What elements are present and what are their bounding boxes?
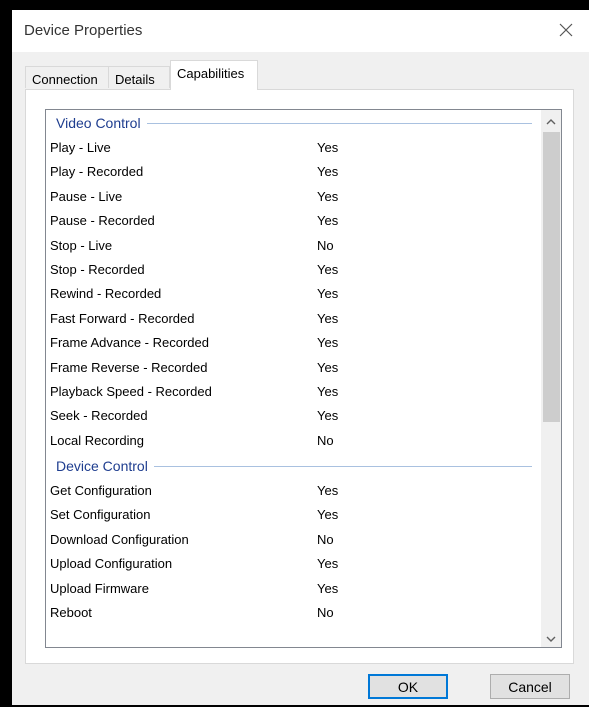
capabilities-list[interactable]: Video Control Play - Live Yes Play - Record…	[45, 109, 562, 648]
capability-row[interactable]: Play - Live Yes	[46, 136, 542, 160]
capability-name: Playback Speed - Recorded	[50, 383, 212, 399]
capability-value: Yes	[317, 286, 339, 302]
capabilities-panel: Video Control Play - Live Yes Play - Record…	[25, 89, 574, 664]
capabilities-list-content: Video Control Play - Live Yes Play - Record…	[46, 110, 542, 625]
tab-details[interactable]: Details	[108, 66, 170, 88]
capability-row[interactable]: Frame Advance - Recorded Yes	[46, 331, 542, 355]
capability-name: Stop - Live	[50, 237, 113, 253]
ok-button[interactable]: OK	[368, 674, 448, 699]
cancel-button[interactable]: Cancel	[490, 674, 570, 699]
capability-name: Local Recording	[50, 432, 144, 448]
capability-name: Rewind - Recorded	[50, 286, 162, 302]
group-header-label: Video Control	[56, 115, 141, 131]
tab-capabilities[interactable]: Capabilities	[170, 60, 258, 90]
group-header: Video Control	[46, 110, 542, 136]
capability-name: Seek - Recorded	[50, 408, 148, 424]
capability-name: Upload Configuration	[50, 556, 173, 572]
capability-value: Yes	[317, 408, 339, 424]
vertical-scrollbar[interactable]	[541, 110, 561, 647]
capability-name: Play - Live	[50, 140, 111, 155]
capability-value: No	[317, 432, 334, 448]
scroll-down-button[interactable]	[541, 627, 561, 647]
scroll-thumb[interactable]	[543, 132, 560, 422]
capability-value: Yes	[317, 188, 339, 204]
capability-name: Play - Recorded	[50, 164, 144, 180]
capability-name: Set Configuration	[50, 507, 151, 523]
capability-row[interactable]: Get Configuration Yes	[46, 479, 542, 503]
capability-row[interactable]: Fast Forward - Recorded Yes	[46, 307, 542, 331]
scroll-up-button[interactable]	[541, 110, 561, 130]
capability-name: Pause - Recorded	[50, 213, 155, 229]
title-bar: Device Properties	[12, 10, 589, 52]
device-properties-dialog: Device Properties Connection Details Cap…	[12, 10, 589, 705]
capability-row[interactable]: Rewind - Recorded Yes	[46, 282, 542, 306]
chevron-down-icon	[546, 630, 556, 645]
capability-row[interactable]: Upload Firmware Yes	[46, 577, 542, 601]
capability-value: No	[317, 605, 334, 621]
capability-value: Yes	[317, 261, 339, 277]
capability-name: Reboot	[50, 605, 92, 621]
capability-name: Get Configuration	[50, 483, 152, 499]
capability-row[interactable]: Reboot No	[46, 601, 542, 625]
capability-value: Yes	[317, 580, 339, 596]
capability-row[interactable]: Set Configuration Yes	[46, 503, 542, 527]
capability-value: Yes	[317, 213, 339, 229]
capability-value: Yes	[317, 507, 339, 523]
capability-name: Frame Reverse - Recorded	[50, 359, 208, 375]
capability-name: Stop - Recorded	[50, 261, 145, 277]
capability-row[interactable]: Play - Recorded Yes	[46, 160, 542, 184]
capability-name: Download Configuration	[50, 531, 189, 547]
close-button[interactable]	[543, 10, 589, 52]
capability-value: Yes	[317, 310, 339, 326]
capability-value: Yes	[317, 556, 339, 572]
capability-name: Upload Firmware	[50, 580, 149, 596]
capability-value: Yes	[317, 483, 339, 499]
chevron-up-icon	[546, 113, 556, 128]
group-header-label: Device Control	[56, 458, 148, 475]
capability-value: No	[317, 531, 334, 547]
capability-row[interactable]: Stop - Live No	[46, 234, 542, 258]
window-title: Device Properties	[24, 22, 143, 39]
capability-row[interactable]: Upload Configuration Yes	[46, 552, 542, 576]
capability-row[interactable]: Stop - Recorded Yes	[46, 258, 542, 282]
group-header: Device Control	[46, 453, 542, 479]
group-divider	[146, 122, 532, 124]
capability-row[interactable]: Playback Speed - Recorded Yes	[46, 380, 542, 404]
capability-value: Yes	[317, 140, 339, 155]
capability-value: No	[317, 237, 334, 253]
capability-row[interactable]: Frame Reverse - Recorded Yes	[46, 356, 542, 380]
capability-row[interactable]: Seek - Recorded Yes	[46, 404, 542, 428]
capability-value: Yes	[317, 164, 339, 180]
capability-row[interactable]: Download Configuration No	[46, 528, 542, 552]
capability-row[interactable]: Local Recording No	[46, 429, 542, 453]
group-divider	[153, 465, 532, 467]
capability-name: Pause - Live	[50, 188, 123, 204]
capability-value: Yes	[317, 335, 339, 351]
capability-row[interactable]: Pause - Recorded Yes	[46, 209, 542, 233]
tab-connection[interactable]: Connection	[25, 66, 109, 88]
capability-name: Fast Forward - Recorded	[50, 310, 195, 326]
capability-name: Frame Advance - Recorded	[50, 335, 209, 351]
capability-value: Yes	[317, 383, 339, 399]
close-icon	[559, 20, 573, 43]
capability-value: Yes	[317, 359, 339, 375]
capability-row[interactable]: Pause - Live Yes	[46, 185, 542, 209]
